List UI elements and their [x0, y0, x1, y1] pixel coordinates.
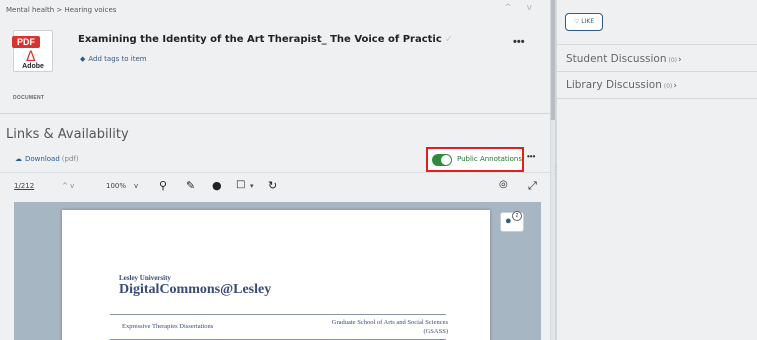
cloud-download-icon: ☁ [15, 155, 22, 163]
divider [557, 98, 757, 99]
series-name: Expressive Therapies Dissertations [122, 323, 214, 330]
student-discussion-link[interactable]: Student Discussion (0)› [566, 53, 682, 65]
divider [557, 71, 757, 72]
like-button[interactable]: ♡ LIKE [565, 13, 603, 31]
zoom-level[interactable]: 100% [106, 182, 126, 190]
student-discussion-label: Student Discussion [566, 53, 667, 65]
library-discussion-link[interactable]: Library Discussion (0)› [566, 79, 677, 91]
refresh-icon[interactable]: ↻ [268, 179, 277, 192]
chevron-right-icon: › [678, 55, 682, 65]
library-discussion-count: (0) [663, 83, 673, 90]
document-type-label: DOCUMENT [13, 95, 45, 101]
school-line-1: Graduate School of Arts and Social Scien… [331, 319, 448, 326]
search-icon[interactable]: ⚲ [159, 179, 167, 192]
school-line-2: (GSASS) [423, 328, 448, 335]
like-label: LIKE [581, 18, 595, 25]
university-name: Lesley University [119, 274, 171, 282]
chevron-right-icon: › [673, 81, 677, 91]
annotations-comment-button[interactable]: ● 2 [500, 211, 524, 232]
download-ext: (pdf) [61, 155, 79, 163]
page-indicator[interactable]: 1/212 [14, 182, 34, 190]
page-rule [110, 314, 446, 315]
library-discussion-label: Library Discussion [566, 79, 662, 91]
download-label: Download [25, 155, 60, 163]
toggle-knob [441, 155, 451, 165]
scrollbar-thumb[interactable] [551, 0, 555, 120]
add-tags-label: Add tags to item [88, 55, 147, 63]
links-availability-heading: Links & Availability [6, 127, 129, 142]
pdf-toolbar: 1/212 ^ v 100% v ⚲ ✎ ● □ ▾ ↻ ◎ ⤢ [0, 172, 550, 202]
item-detail-panel: Mental health > Hearing voices ^ v PDF ᐃ… [0, 0, 550, 340]
school-name: Graduate School of Arts and Social Scien… [332, 318, 448, 336]
public-annotations-control[interactable]: Public Annotations [426, 147, 524, 172]
repository-name: DigitalCommons@Lesley [119, 282, 272, 297]
comment-icon[interactable]: ● [212, 179, 222, 192]
public-annotations-label: Public Annotations [457, 155, 522, 163]
divider [0, 113, 550, 114]
pdf-tag: PDF [12, 36, 40, 48]
item-more-button[interactable]: ••• [513, 36, 525, 48]
shape-dropdown-icon[interactable]: ▾ [250, 182, 254, 190]
check-icon[interactable]: ✓ [445, 34, 453, 45]
public-annotations-toggle[interactable] [432, 154, 452, 166]
item-nav-arrows[interactable]: ^ v [504, 3, 538, 13]
add-tags-link[interactable]: ◆ Add tags to item [80, 55, 147, 63]
adobe-label: Adobe [22, 63, 44, 70]
tag-icon: ◆ [80, 55, 86, 63]
hide-annotations-icon[interactable]: ◎ [499, 179, 508, 190]
student-discussion-count: (0) [668, 57, 678, 64]
annotations-more-button[interactable]: ••• [527, 152, 535, 161]
pen-icon[interactable]: ✎ [186, 179, 195, 192]
pdf-file-icon: PDF ᐃ Adobe [12, 30, 53, 72]
pdf-viewer[interactable]: Lesley University DigitalCommons@Lesley … [14, 202, 541, 340]
document-title[interactable]: Examining the Identity of the Art Therap… [78, 34, 453, 45]
speech-bubble-icon: ● [505, 215, 512, 227]
page-nav-arrows[interactable]: ^ v [62, 182, 74, 190]
fullscreen-icon[interactable]: ⤢ [528, 179, 537, 193]
zoom-chevron-icon[interactable]: v [134, 182, 138, 190]
breadcrumb[interactable]: Mental health > Hearing voices [6, 6, 116, 14]
shape-icon[interactable]: □ [236, 179, 245, 190]
pdf-page: Lesley University DigitalCommons@Lesley … [62, 210, 490, 340]
divider [557, 44, 757, 45]
heart-icon: ♡ [573, 18, 580, 25]
discussion-sidebar: ♡ LIKE Student Discussion (0)› Library Dis… [556, 0, 757, 340]
comment-count-badge: 2 [512, 211, 522, 221]
document-title-text[interactable]: Examining the Identity of the Art Therap… [78, 34, 442, 45]
download-link[interactable]: ☁ Download (pdf) [15, 155, 79, 163]
